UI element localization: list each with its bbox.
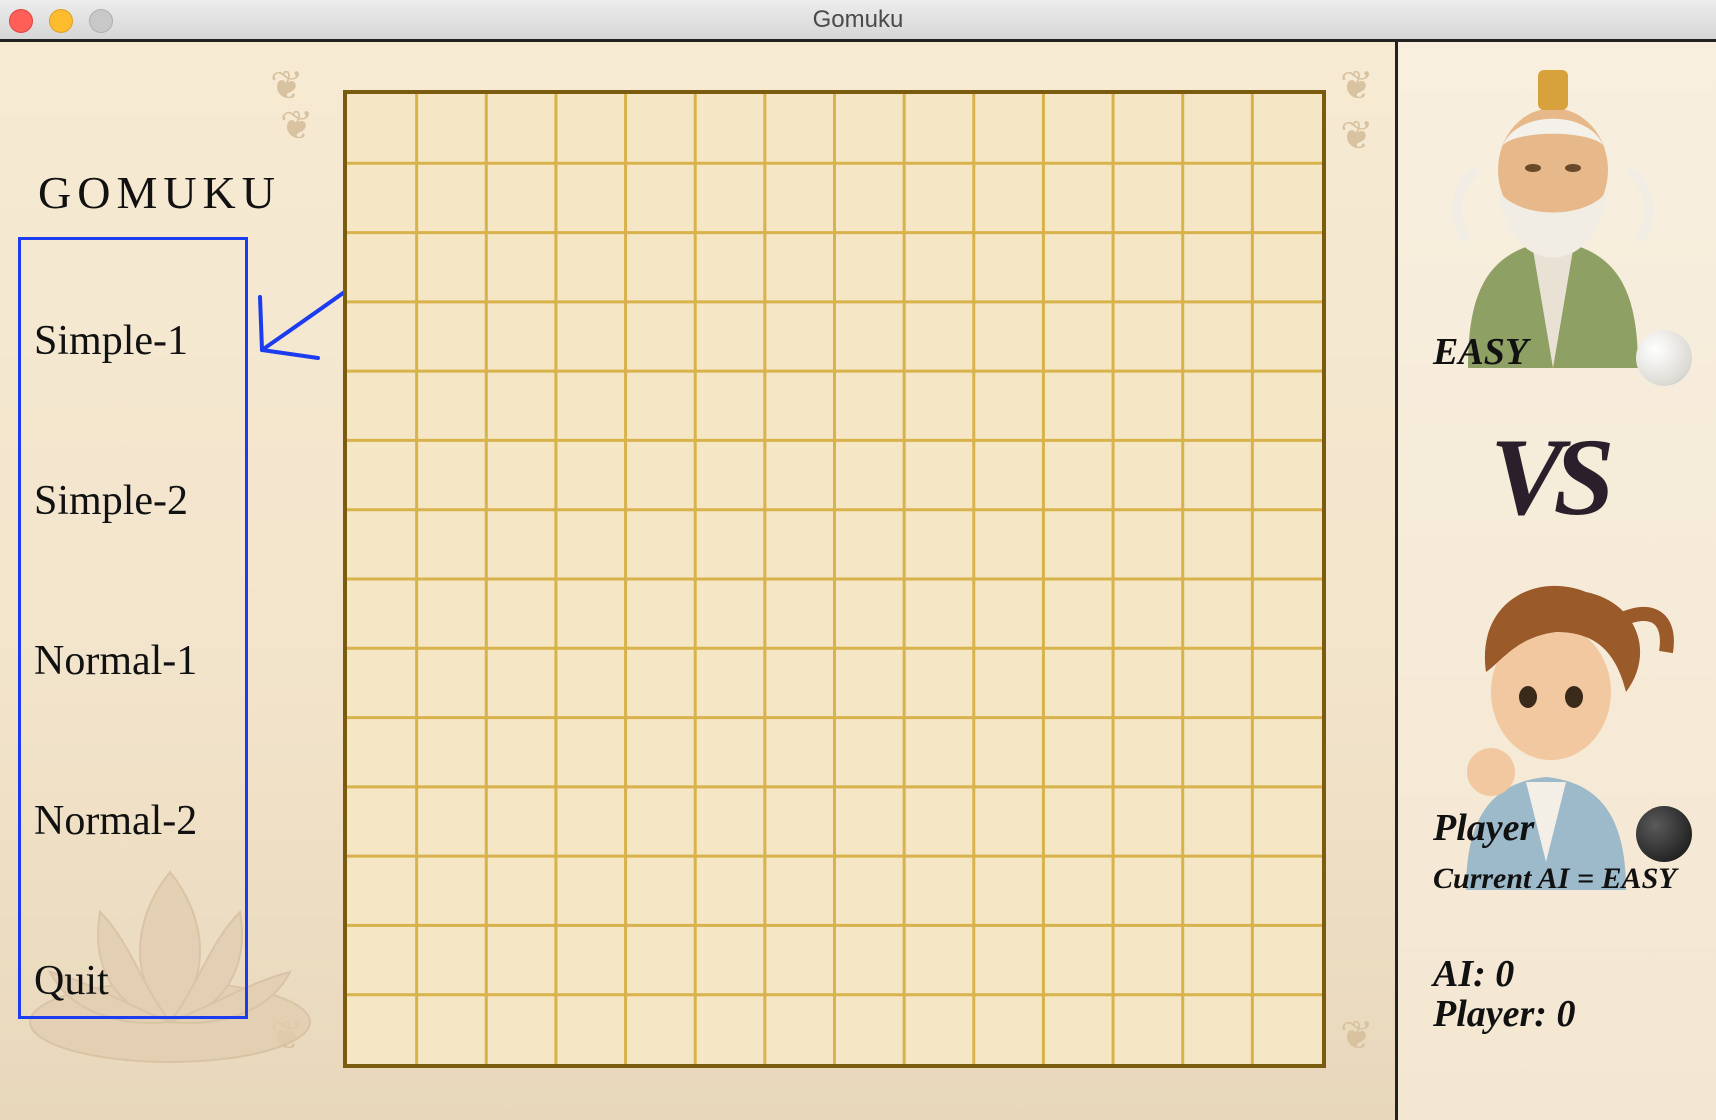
menu-normal-1-button[interactable]: Normal-1 — [34, 637, 197, 685]
ornament-icon: ❦ — [1340, 1013, 1374, 1058]
ornament-icon: ❦ — [1340, 63, 1374, 108]
black-stone-icon — [1636, 806, 1692, 862]
current-ai-label: Current AI = EASY — [1433, 862, 1677, 895]
ai-score-label: AI: 0 — [1433, 953, 1515, 995]
player-score-label: Player: 0 — [1433, 993, 1576, 1035]
app-window: Gomuku ❦ ❦ ❦ ❦ ❦ ❦ GOMUKU Simple-1 Simpl… — [0, 0, 1716, 1120]
title-bar: Gomuku — [0, 0, 1716, 42]
menu-normal-2-button[interactable]: Normal-2 — [34, 797, 197, 845]
menu-quit-button[interactable]: Quit — [34, 957, 109, 1005]
status-panel: EASY VS Player Current AI = EASY AI: 0 P… — [1395, 42, 1716, 1120]
ornament-icon: ❦ — [280, 103, 314, 148]
window-title: Gomuku — [812, 6, 904, 33]
board-grid[interactable] — [347, 94, 1322, 1064]
ai-name-label: EASY — [1433, 331, 1529, 373]
ai-portrait-avatar — [1452, 70, 1654, 368]
game-title: GOMUKU — [38, 167, 281, 218]
game-board[interactable] — [343, 90, 1326, 1068]
menu-simple-1-button[interactable]: Simple-1 — [34, 317, 188, 365]
player-name-label: Player — [1433, 807, 1535, 849]
ornament-icon: ❦ — [1340, 113, 1374, 158]
white-stone-icon — [1636, 330, 1692, 386]
menu-simple-2-button[interactable]: Simple-2 — [34, 477, 188, 525]
game-area: ❦ ❦ ❦ ❦ ❦ ❦ GOMUKU Simple-1 Simple-2 Nor… — [0, 42, 1395, 1120]
vs-label: VS — [1490, 416, 1615, 538]
